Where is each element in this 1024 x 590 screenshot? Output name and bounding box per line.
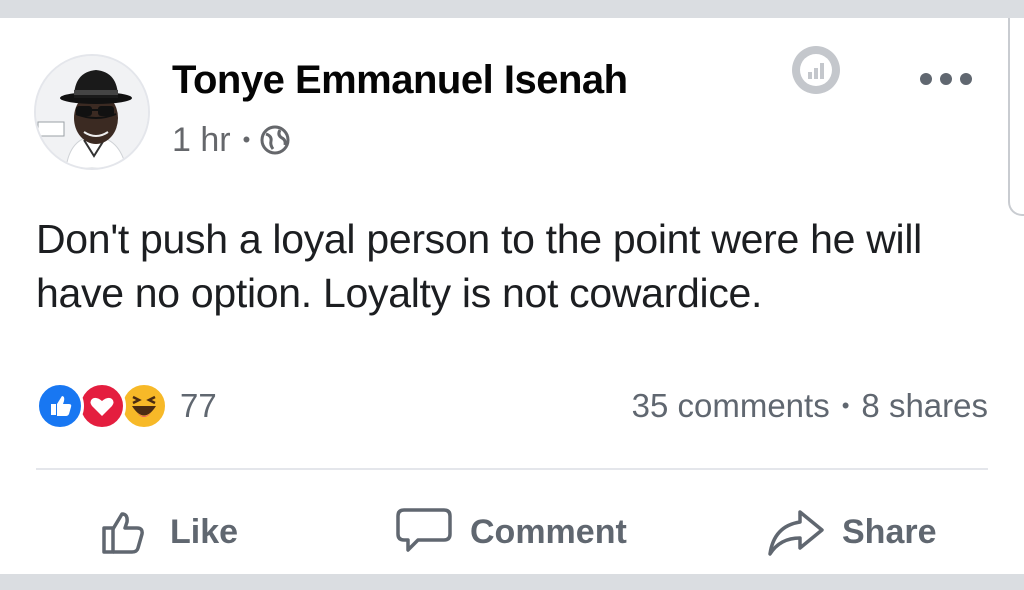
more-dot xyxy=(960,73,972,85)
comment-button[interactable]: Comment xyxy=(394,490,627,574)
side-panel-edge xyxy=(1008,18,1024,216)
post-meta: 1 hr • xyxy=(172,120,290,160)
insights-button[interactable] xyxy=(792,46,840,94)
more-options-icon[interactable] xyxy=(918,68,974,90)
globe-icon[interactable] xyxy=(260,125,290,155)
comment-label: Comment xyxy=(470,512,627,551)
like-reaction-icon xyxy=(36,382,84,430)
stats-separator: • xyxy=(841,393,850,418)
like-label: Like xyxy=(170,512,239,551)
more-dot xyxy=(940,73,952,85)
post-text: Don't push a loyal person to the point w… xyxy=(36,216,922,316)
author-name[interactable]: Tonye Emmanuel Isenah xyxy=(172,58,628,103)
thumbs-up-icon xyxy=(102,512,144,554)
post-stats: 35 comments • 8 shares xyxy=(632,382,988,430)
haha-reaction-icon xyxy=(120,382,168,430)
divider xyxy=(36,468,988,470)
post-time[interactable]: 1 hr xyxy=(172,121,231,160)
comment-icon xyxy=(396,508,452,552)
post-card: Tonye Emmanuel Isenah 1 hr • Don't push … xyxy=(0,18,1024,574)
bar-chart-icon xyxy=(800,54,832,86)
love-reaction-icon xyxy=(78,382,126,430)
meta-separator: • xyxy=(242,127,251,152)
avatar[interactable] xyxy=(34,54,150,170)
reaction-count[interactable]: 77 xyxy=(180,382,217,430)
share-arrow-icon xyxy=(768,510,824,556)
more-dot xyxy=(920,73,932,85)
share-label: Share xyxy=(842,512,937,551)
share-button[interactable]: Share xyxy=(766,490,937,574)
like-button[interactable]: Like xyxy=(98,490,238,574)
shares-count[interactable]: 8 shares xyxy=(861,382,988,430)
avatar-image xyxy=(36,56,148,168)
comments-count[interactable]: 35 comments xyxy=(632,382,830,430)
